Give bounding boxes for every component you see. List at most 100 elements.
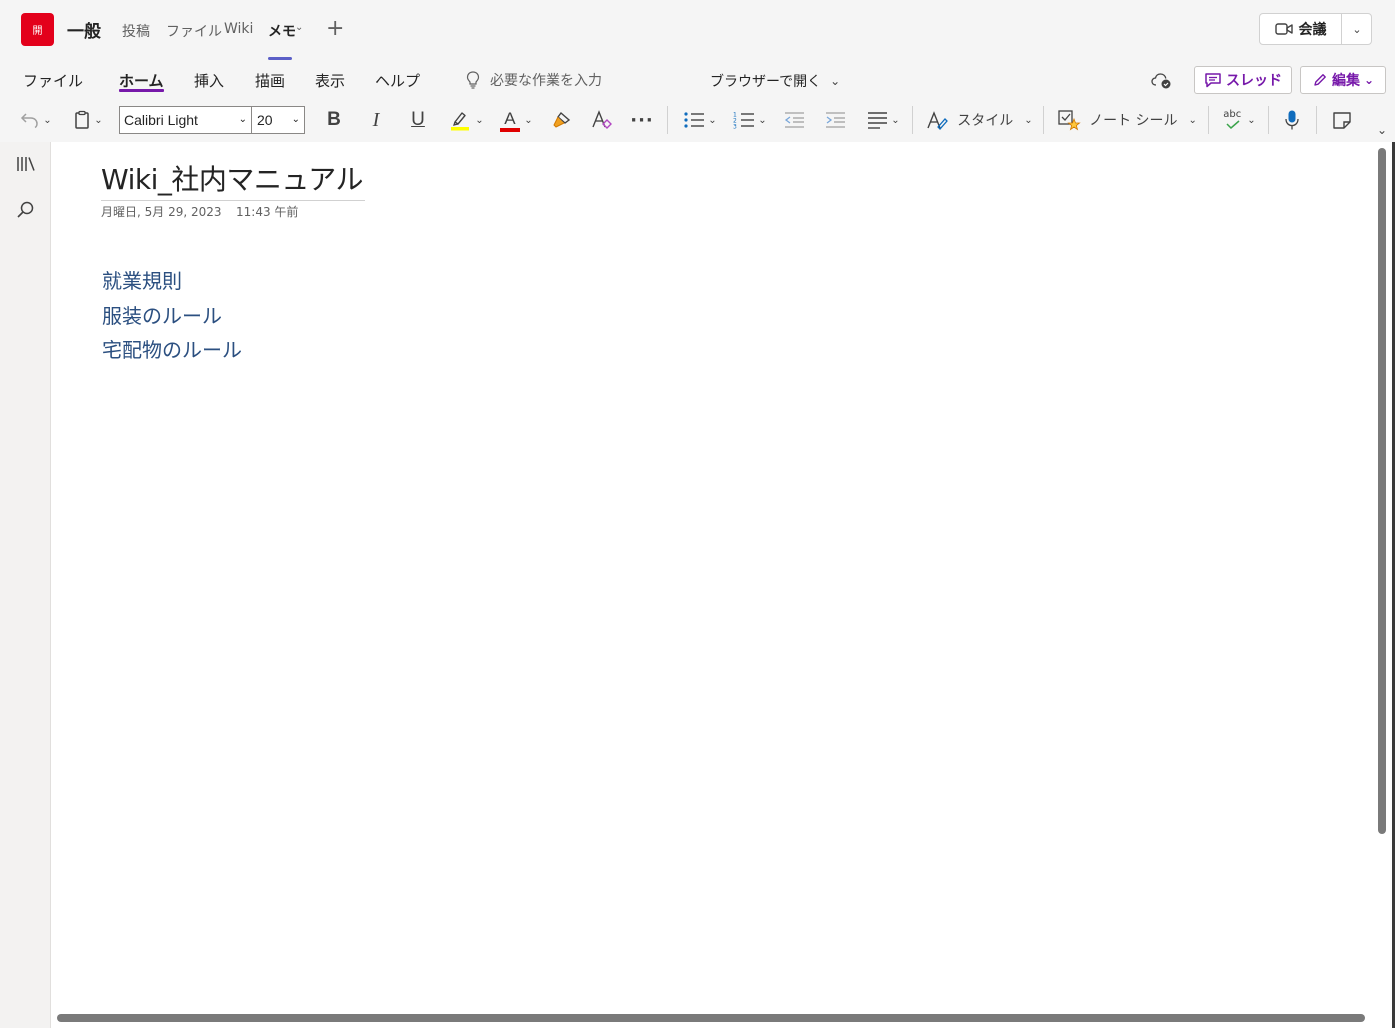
note-tags-label: ノート シール xyxy=(1089,113,1178,129)
clear-format-icon xyxy=(592,110,612,129)
menu-draw[interactable]: 描画 xyxy=(255,70,285,91)
thread-button[interactable]: スレッド xyxy=(1194,66,1292,94)
vertical-scrollbar[interactable] xyxy=(1378,148,1386,834)
page-time: 11:43 午前 xyxy=(236,205,299,219)
paintbrush-icon xyxy=(553,111,571,128)
menu-file[interactable]: ファイル xyxy=(23,70,83,91)
dictate-button[interactable] xyxy=(1276,100,1308,140)
underline-button[interactable]: U xyxy=(402,100,434,140)
paste-button[interactable]: ⌄ xyxy=(68,100,108,140)
decrease-indent-button[interactable] xyxy=(778,100,810,140)
divider xyxy=(1208,106,1209,134)
page-canvas[interactable]: Wiki_社内マニュアル 月曜日, 5月 29, 2023 11:43 午前 就… xyxy=(51,142,1395,1028)
numbered-list-icon: 123 xyxy=(733,112,755,131)
chevron-down-icon: ⌄ xyxy=(1247,114,1256,126)
horizontal-scrollbar[interactable] xyxy=(57,1014,1365,1022)
library-icon xyxy=(17,157,35,171)
more-options-button[interactable]: ··· xyxy=(626,100,658,140)
menu-home[interactable]: ホーム xyxy=(119,70,164,91)
chevron-down-icon: ⌄ xyxy=(1363,73,1375,87)
chevron-down-icon: ⌄ xyxy=(830,74,841,88)
svg-text:3: 3 xyxy=(733,124,737,131)
add-tab-icon[interactable]: + xyxy=(326,16,344,41)
font-color-button[interactable]: A ⌄ xyxy=(494,100,538,140)
spelling-button[interactable]: abc ⌄ xyxy=(1217,100,1261,140)
chevron-down-icon: ⌄ xyxy=(891,114,900,126)
bullets-button[interactable]: ⌄ xyxy=(678,100,722,140)
notebooks-button[interactable] xyxy=(15,154,37,178)
left-rail xyxy=(0,142,51,1028)
increase-indent-button[interactable] xyxy=(819,100,851,140)
thread-label: スレッド xyxy=(1226,73,1282,89)
chevron-down-icon: ⌄ xyxy=(1024,114,1033,126)
highlighter-icon xyxy=(451,112,470,131)
link-package-rules[interactable]: 宅配物のルール xyxy=(102,334,242,363)
tell-me-placeholder: 必要な作業を入力 xyxy=(490,73,602,89)
sync-status-icon[interactable] xyxy=(1151,72,1173,94)
tab-posts[interactable]: 投稿 xyxy=(122,21,150,41)
font-color-letter: A xyxy=(504,109,516,128)
sticky-note-icon xyxy=(1333,112,1351,129)
bulleted-list-icon xyxy=(684,112,705,128)
tab-notes[interactable]: メモ xyxy=(268,21,296,41)
edit-label: 編集 xyxy=(1331,73,1360,89)
divider xyxy=(667,106,668,134)
microphone-icon xyxy=(1285,110,1299,130)
meeting-button[interactable]: 会議 ⌄ xyxy=(1259,13,1372,45)
tag-star-icon xyxy=(1058,110,1081,131)
open-in-browser-label: ブラウザーで開く xyxy=(710,74,822,90)
divider xyxy=(1043,106,1044,134)
chevron-down-icon: ⌄ xyxy=(1352,22,1362,36)
italic-button[interactable]: I xyxy=(360,100,392,140)
menu-help[interactable]: ヘルプ xyxy=(375,70,420,91)
pencil-icon xyxy=(1314,74,1326,86)
chevron-down-icon: ⌄ xyxy=(524,114,533,126)
font-size-value: 20 xyxy=(257,112,273,128)
chevron-down-icon: ⌄ xyxy=(291,114,300,125)
search-icon xyxy=(17,201,34,218)
font-name-dropdown[interactable]: Calibri Light ⌄ xyxy=(119,106,252,134)
font-size-dropdown[interactable]: 20 ⌄ xyxy=(251,106,305,134)
search-button[interactable] xyxy=(16,200,36,224)
sticky-note-button[interactable] xyxy=(1326,100,1358,140)
highlight-button[interactable]: ⌄ xyxy=(444,100,488,140)
divider xyxy=(912,106,913,134)
spell-check-icon: abc xyxy=(1222,107,1244,133)
channel-name: 一般 xyxy=(67,22,101,42)
tell-me-search[interactable]: 必要な作業を入力 xyxy=(466,70,602,90)
edit-mode-button[interactable]: 編集 ⌄ xyxy=(1300,66,1386,94)
open-in-browser-button[interactable]: ブラウザーで開く ⌄ xyxy=(710,71,840,91)
meeting-dropdown-button[interactable]: ⌄ xyxy=(1342,14,1372,44)
link-work-rules[interactable]: 就業規則 xyxy=(102,265,182,294)
tab-files[interactable]: ファイル xyxy=(166,21,222,41)
undo-icon xyxy=(21,113,39,129)
spell-check-text: abc xyxy=(1223,109,1242,120)
font-color-icon: A xyxy=(499,107,521,133)
font-name-value: Calibri Light xyxy=(124,112,198,128)
page-title[interactable]: Wiki_社内マニュアル xyxy=(101,158,365,201)
styles-label: スタイル xyxy=(957,113,1014,129)
page-date: 月曜日, 5月 29, 2023 xyxy=(101,205,222,219)
menu-view[interactable]: 表示 xyxy=(315,70,345,91)
clear-formatting-button[interactable] xyxy=(585,100,617,140)
clipboard-icon xyxy=(75,110,90,129)
channel-avatar[interactable]: 開 xyxy=(21,13,54,46)
styles-icon xyxy=(927,111,949,130)
lightbulb-icon xyxy=(466,71,480,89)
bold-button[interactable]: B xyxy=(318,100,350,140)
tab-wiki[interactable]: Wiki xyxy=(224,21,253,37)
active-menu-indicator xyxy=(119,89,164,92)
styles-button[interactable]: スタイル ⌄ xyxy=(922,100,1036,140)
divider xyxy=(1316,106,1317,134)
chevron-down-icon[interactable]: ⌄ xyxy=(295,22,303,33)
link-dress-code[interactable]: 服装のルール xyxy=(102,300,222,329)
meet-now-button[interactable]: 会議 xyxy=(1260,14,1341,44)
menu-insert[interactable]: 挿入 xyxy=(194,70,224,91)
numbering-button[interactable]: 123 ⌄ xyxy=(728,100,772,140)
format-painter-button[interactable] xyxy=(545,100,577,140)
undo-button[interactable]: ⌄ xyxy=(16,100,56,140)
chevron-down-icon: ⌄ xyxy=(43,114,52,126)
alignment-button[interactable]: ⌄ xyxy=(861,100,905,140)
note-tags-button[interactable]: ノート シール ⌄ xyxy=(1052,100,1202,140)
divider xyxy=(1268,106,1269,134)
